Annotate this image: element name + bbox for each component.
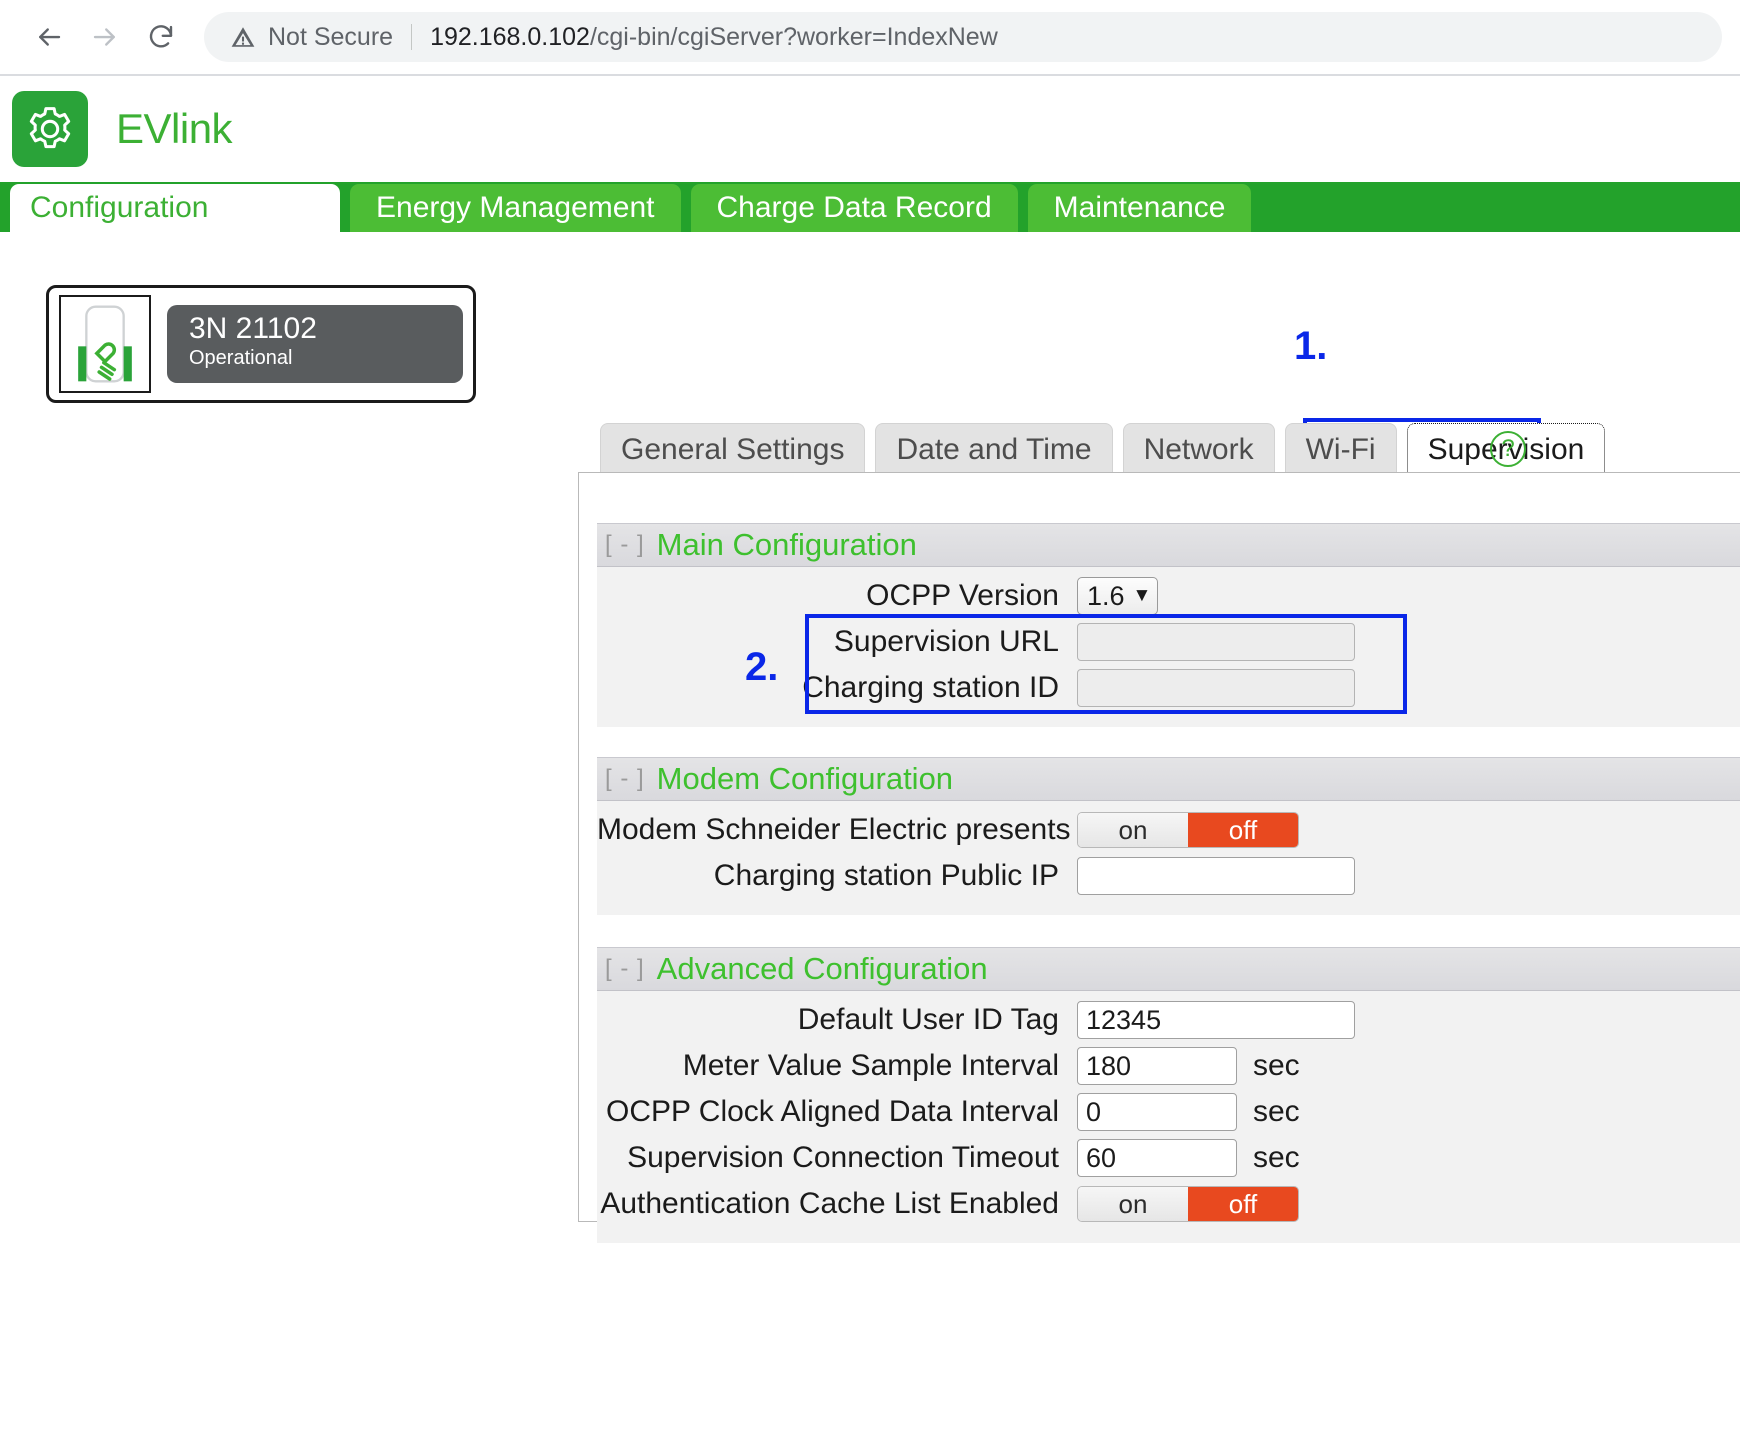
tab-maintenance[interactable]: Maintenance bbox=[1027, 184, 1252, 232]
default-user-id-tag-input[interactable]: 12345 bbox=[1077, 1001, 1355, 1039]
auth-cache-list-toggle-off[interactable]: off bbox=[1188, 1187, 1298, 1221]
field-row-public-ip: Charging station Public IP bbox=[597, 855, 1740, 897]
tab-charge-data-record-label: Charge Data Record bbox=[716, 191, 992, 224]
meter-value-sample-interval-input[interactable]: 180 bbox=[1077, 1047, 1237, 1085]
subtab-network-label: Network bbox=[1143, 432, 1254, 466]
charging-station-icon bbox=[59, 295, 151, 393]
section-header-modem-configuration[interactable]: [ - ] Modem Configuration bbox=[597, 757, 1740, 801]
charging-station-status: Operational bbox=[189, 347, 293, 369]
tab-configuration-label: Configuration bbox=[30, 191, 209, 224]
tab-charge-data-record[interactable]: Charge Data Record bbox=[690, 184, 1018, 232]
forward-arrow-icon[interactable] bbox=[88, 20, 122, 54]
label-meter-value-sample-interval: Meter Value Sample Interval bbox=[682, 1049, 1059, 1082]
tab-energy-management-label: Energy Management bbox=[376, 191, 655, 224]
section-header-advanced-configuration[interactable]: [ - ] Advanced Configuration bbox=[597, 947, 1740, 991]
panel-inner: [ - ] Main Configuration OCPP Version 1.… bbox=[579, 473, 1740, 1243]
browser-nav-buttons bbox=[32, 20, 178, 54]
subtab-general-settings[interactable]: General Settings bbox=[600, 423, 866, 475]
tab-configuration[interactable]: Configuration bbox=[10, 184, 340, 232]
not-secure-warning-icon bbox=[230, 24, 256, 50]
tab-maintenance-label: Maintenance bbox=[1053, 191, 1226, 224]
supervision-url-input[interactable] bbox=[1077, 623, 1355, 661]
subtab-wifi-label: Wi-Fi bbox=[1305, 432, 1376, 466]
security-status-label: Not Secure bbox=[268, 22, 394, 51]
address-bar[interactable]: Not Secure 192.168.0.102/cgi-bin/cgiServ… bbox=[204, 12, 1722, 62]
section-title-main-configuration: Main Configuration bbox=[656, 527, 917, 562]
help-icon-label: ? bbox=[1501, 435, 1515, 462]
browser-toolbar: Not Secure 192.168.0.102/cgi-bin/cgiServ… bbox=[0, 0, 1740, 74]
supervision-settings-panel: [ - ] Main Configuration OCPP Version 1.… bbox=[578, 472, 1740, 1243]
charging-station-name: 3N 21102 bbox=[189, 312, 317, 345]
section-header-main-configuration[interactable]: [ - ] Main Configuration bbox=[597, 523, 1740, 567]
label-supervision-connection-timeout: Supervision Connection Timeout bbox=[627, 1141, 1059, 1174]
label-public-ip: Charging station Public IP bbox=[713, 859, 1059, 892]
annotation-number-2: 2. bbox=[745, 645, 779, 689]
section-body-advanced-configuration: Default User ID Tag 12345 Meter Value Sa… bbox=[597, 991, 1740, 1243]
public-ip-input[interactable] bbox=[1077, 857, 1355, 895]
field-row-supervision-connection-timeout: Supervision Connection Timeout 60 sec bbox=[597, 1137, 1740, 1179]
app-header: EVlink bbox=[0, 76, 1740, 182]
collapse-toggle-modem-configuration[interactable]: [ - ] bbox=[605, 765, 645, 793]
ocpp-clock-aligned-data-interval-input[interactable]: 0 bbox=[1077, 1093, 1237, 1131]
ocpp-version-value: 1.6 bbox=[1087, 580, 1125, 611]
modem-present-toggle-on[interactable]: on bbox=[1078, 813, 1188, 847]
unit-supervision-connection-timeout: sec bbox=[1253, 1141, 1300, 1174]
field-row-meter-value-sample-interval: Meter Value Sample Interval 180 sec bbox=[597, 1045, 1740, 1087]
sub-navigation-tabs: General Settings Date and Time Network W… bbox=[600, 423, 1606, 475]
label-auth-cache-list-enabled: Authentication Cache List Enabled bbox=[600, 1187, 1059, 1220]
section-title-advanced-configuration: Advanced Configuration bbox=[656, 951, 988, 986]
label-default-user-id-tag: Default User ID Tag bbox=[797, 1003, 1059, 1036]
auth-cache-list-toggle-on[interactable]: on bbox=[1078, 1187, 1188, 1221]
main-navigation-tabs: Configuration Energy Management Charge D… bbox=[0, 182, 1740, 232]
subtab-network[interactable]: Network bbox=[1122, 423, 1275, 475]
reload-icon[interactable] bbox=[144, 20, 178, 54]
help-icon[interactable]: ? bbox=[1490, 431, 1526, 467]
gear-icon bbox=[12, 91, 88, 167]
field-row-auth-cache-list-enabled: Authentication Cache List Enabled on off bbox=[597, 1183, 1740, 1225]
charging-station-card[interactable]: 3N 21102 Operational bbox=[46, 285, 476, 403]
url-text: 192.168.0.102/cgi-bin/cgiServer?worker=I… bbox=[430, 23, 998, 52]
field-row-modem-present: Modem Schneider Electric presents on off bbox=[597, 809, 1740, 851]
label-ocpp-version: OCPP Version bbox=[866, 579, 1059, 612]
ocpp-version-select[interactable]: 1.6 ▼ bbox=[1077, 577, 1159, 615]
label-charging-station-id: Charging station ID bbox=[802, 671, 1059, 704]
subtab-wifi[interactable]: Wi-Fi bbox=[1284, 423, 1397, 475]
field-row-ocpp-version: OCPP Version 1.6 ▼ bbox=[597, 575, 1740, 617]
auth-cache-list-toggle[interactable]: on off bbox=[1077, 1186, 1299, 1222]
field-row-ocpp-clock-aligned-data-interval: OCPP Clock Aligned Data Interval 0 sec bbox=[597, 1091, 1740, 1133]
tab-energy-management[interactable]: Energy Management bbox=[350, 184, 681, 232]
omnibox-divider bbox=[411, 24, 413, 50]
brand-title: EVlink bbox=[116, 105, 233, 152]
url-path: /cgi-bin/cgiServer?worker=IndexNew bbox=[589, 22, 998, 51]
subtab-general-settings-label: General Settings bbox=[621, 432, 845, 466]
section-body-modem-configuration: Modem Schneider Electric presents on off… bbox=[597, 801, 1740, 915]
supervision-connection-timeout-input[interactable]: 60 bbox=[1077, 1139, 1237, 1177]
back-arrow-icon[interactable] bbox=[32, 20, 66, 54]
section-title-modem-configuration: Modem Configuration bbox=[656, 761, 954, 796]
charging-station-info: 3N 21102 Operational bbox=[167, 305, 463, 383]
field-row-default-user-id-tag: Default User ID Tag 12345 bbox=[597, 999, 1740, 1041]
collapse-toggle-advanced-configuration[interactable]: [ - ] bbox=[605, 955, 645, 983]
url-host: 192.168.0.102 bbox=[430, 22, 590, 51]
unit-ocpp-clock-aligned-data-interval: sec bbox=[1253, 1095, 1300, 1128]
modem-present-toggle[interactable]: on off bbox=[1077, 812, 1299, 848]
label-modem-present: Modem Schneider Electric presents bbox=[597, 813, 1071, 846]
collapse-toggle-main-configuration[interactable]: [ - ] bbox=[605, 531, 645, 559]
charging-station-id-input[interactable] bbox=[1077, 669, 1355, 707]
chevron-down-icon: ▼ bbox=[1132, 585, 1152, 606]
subtab-date-and-time-label: Date and Time bbox=[896, 432, 1092, 466]
label-supervision-url: Supervision URL bbox=[833, 625, 1059, 658]
subtab-date-and-time[interactable]: Date and Time bbox=[875, 423, 1113, 475]
unit-meter-value-sample-interval: sec bbox=[1253, 1049, 1300, 1082]
modem-present-toggle-off[interactable]: off bbox=[1188, 813, 1298, 847]
annotation-number-1: 1. bbox=[1294, 324, 1328, 368]
label-ocpp-clock-aligned-data-interval: OCPP Clock Aligned Data Interval bbox=[605, 1095, 1059, 1128]
